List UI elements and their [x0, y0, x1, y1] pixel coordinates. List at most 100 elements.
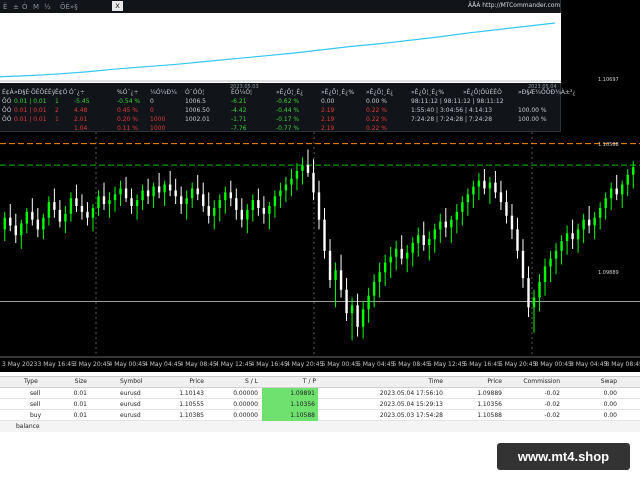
toolbar-item[interactable]: M — [33, 3, 39, 11]
candle-body — [240, 209, 244, 220]
position-gain: 0.00 — [321, 98, 335, 105]
trade-stop-loss: 0.00000 — [233, 412, 258, 419]
candle-body — [361, 309, 365, 327]
time-axis-label: 3 May 16:45 — [37, 361, 75, 368]
position-gain: 2.19 — [321, 125, 335, 132]
trade-table-header: Type Size Symbol Price S / L T / P Time Price Co… — [0, 377, 640, 388]
positions-column-header: ÊÓ¼Ó¦ — [231, 89, 253, 96]
positions-row[interactable]: 1.04 0.11 % 1000 -7.76 -0.77 % 2.19 0.22 % — [0, 125, 561, 134]
candle-body — [565, 233, 569, 242]
time-axis-label: 5 May 20:45 — [499, 361, 537, 368]
candle-body — [510, 215, 514, 230]
candle-body — [279, 190, 282, 197]
candle-body — [505, 202, 508, 216]
candle-body — [428, 239, 431, 245]
candle-body — [615, 188, 618, 195]
candle-body — [543, 266, 547, 282]
candle-body — [42, 217, 45, 230]
positions-row[interactable]: ÔÓ 0.01 | 0.01 2 4.48 0.45 % 0 1006.50 -4.42 -0.… — [0, 107, 561, 116]
positions-column-header: »Ê¿Õ¦¸É¿% — [411, 89, 445, 96]
candle-body — [235, 198, 238, 210]
trade-size: 0.01 — [73, 390, 87, 397]
position-balance: 1006.50 — [185, 107, 210, 114]
candle-body — [587, 219, 591, 226]
candle-body — [14, 225, 17, 236]
candle-body — [152, 186, 155, 197]
candle-body — [549, 258, 552, 267]
watermark-url: ÂÅÀ http://MTCommander.com — [468, 2, 561, 9]
candle-body — [36, 219, 40, 230]
positions-column-header: %Ó¯¿÷ — [117, 89, 139, 96]
positions-header: É¢À »Ð§É·ÕÊÔÉÊý Ê¢Ó Ó¯¿÷ %Ó¯¿÷ ¼Ó¼Ð¼ Ó¯ÓÓ¦ ÊÓ¼Ó… — [0, 89, 576, 97]
position-balance: 1006.5 — [185, 98, 206, 105]
candle-body — [185, 198, 188, 205]
candle-body — [168, 184, 172, 191]
positions-row[interactable]: ÔÓ 0.01 | 0.01 1 -5.45 -0.54 % 0 1006.5 -6.21 -0… — [0, 98, 561, 107]
position-balance: 1002.01 — [185, 116, 210, 123]
position-count: 1 — [55, 98, 59, 105]
position-gain-pct: 0.22 % — [366, 107, 387, 114]
position-dd-pct: -0.77 % — [276, 125, 300, 132]
positions-column-header: »Ê¿Õ¦¸É¿ — [276, 89, 304, 96]
candle-body — [146, 190, 150, 197]
position-profit-pct: 0.45 % — [117, 107, 138, 114]
balance-row[interactable]: balance — [0, 421, 640, 432]
candle-body — [295, 170, 299, 179]
candle-body — [218, 200, 221, 208]
position-symbol: ÔÓ — [2, 98, 12, 105]
positions-column-header: Ó¯¿÷ — [69, 89, 85, 96]
candle-body — [621, 184, 624, 195]
candle-body — [323, 219, 326, 251]
price-chart[interactable]: 1.10697 1.10588 1.09889 3 May 2023 3 May … — [0, 0, 640, 372]
candle-body — [598, 207, 602, 218]
take-profit-value: 1.10356 — [290, 401, 315, 408]
equity-monitor-panel[interactable]: Ë ± Ó M ½ ÕÉ»§ x ÂÅÀ http://MTCommander.… — [0, 0, 576, 134]
position-gain-pct: 0.22 % — [366, 116, 387, 123]
time-axis-label: 3 May 20:45 — [73, 361, 111, 368]
position-gain-pct: 0.22 % — [366, 125, 387, 132]
position-zero: 0 — [150, 107, 154, 114]
candle-body — [202, 194, 205, 207]
candle-body — [262, 207, 266, 214]
candle-body — [472, 186, 475, 195]
position-time: 98:11:12 | 98:11:12 | 98:11:12 — [411, 98, 504, 105]
time-axis-label: 5 May 08:45 — [392, 361, 430, 368]
candle-body — [130, 198, 133, 207]
trade-commission: -0.02 — [544, 401, 560, 408]
candle-body — [317, 192, 321, 220]
trade-type: sell — [30, 390, 41, 397]
trade-row[interactable]: 1.10356 sell 0.01 eurusd 1.10555 0.00000 2023.… — [0, 399, 640, 410]
candle-body — [108, 200, 111, 205]
candle-body — [86, 211, 89, 218]
panel-toolbar: Ë ± Ó M ½ ÕÉ»§ x ÂÅÀ http://MTCommander.… — [0, 0, 561, 13]
candle-body — [439, 221, 442, 230]
position-profit: 1.04 — [74, 125, 88, 132]
candle-body — [119, 188, 122, 195]
candle-body — [461, 202, 464, 212]
toolbar-item[interactable]: ½ — [44, 3, 51, 11]
trade-symbol: eurusd — [120, 401, 141, 408]
trade-column-header: Price — [487, 378, 502, 385]
candle-body — [609, 188, 613, 199]
positions-row[interactable]: ÔÓ 0.01 | 0.01 1 2.01 0.20 % 1000 1002.01 -1.71… — [0, 116, 561, 125]
trade-row[interactable]: 1.09891 sell 0.01 eurusd 1.10143 0.00000 2023.… — [0, 388, 640, 399]
candle-body — [378, 272, 381, 282]
position-profit: 4.48 — [74, 107, 88, 114]
trade-row[interactable]: 1.10588 buy 0.01 eurusd 1.10385 0.00000 2023.0… — [0, 410, 640, 421]
toolbar-item[interactable]: Ë — [3, 3, 7, 11]
candle-body — [350, 305, 354, 314]
toolbar-item[interactable]: ÕÉ»§ — [60, 3, 78, 11]
candle-body — [196, 188, 199, 195]
trade-close-price: 1.09889 — [477, 390, 502, 397]
trade-column-header: Price — [189, 378, 204, 385]
position-profit: -5.45 — [74, 98, 90, 105]
toolbar-item[interactable]: ± — [13, 3, 19, 11]
candle-body — [80, 206, 84, 212]
toolbar-item[interactable]: Ó — [22, 3, 28, 11]
trade-commission: -0.02 — [544, 412, 560, 419]
time-axis-label: 5 May 04:45 — [357, 361, 395, 368]
candle-body — [207, 206, 210, 216]
close-button[interactable]: x — [112, 1, 123, 11]
candle-body — [422, 235, 425, 245]
candle-body — [339, 270, 343, 290]
